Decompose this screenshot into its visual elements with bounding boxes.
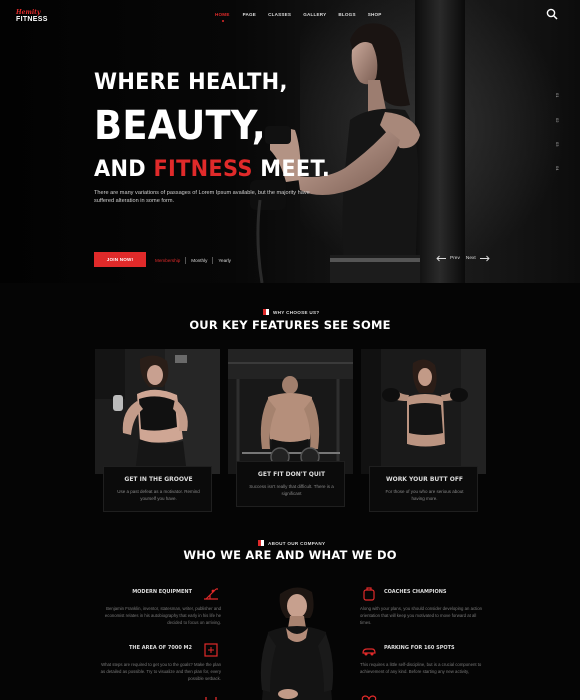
about-feature-text: Benjamin Franklin, inventor, statesman, … — [104, 606, 221, 625]
next-button[interactable]: Next — [466, 256, 476, 261]
nav-item-shop[interactable]: SHOP — [368, 12, 382, 17]
nav-item-gallery[interactable]: GALLERY — [303, 12, 326, 17]
slide-number-4[interactable]: 04 — [555, 166, 560, 170]
about-feature-left-2: THE AREA OF 7000 M2 What steps are requi… — [96, 641, 226, 691]
feature-card-title: GET IN THE GROOVE — [124, 476, 193, 483]
parking-icon — [362, 648, 376, 656]
about-feature-left-1: MODERN EQUIPMENT Benjamin Franklin, inve… — [96, 585, 226, 635]
tab-monthly[interactable]: Monthly — [191, 258, 207, 263]
feature-card[interactable]: WORK YOUR BUTT OFF For those of you who … — [361, 349, 486, 515]
prev-button[interactable]: Prev — [450, 256, 460, 261]
nav-item-blogs[interactable]: BLOGS — [338, 12, 355, 17]
feature-card-title: GET FIT DON'T QUIT — [257, 471, 326, 478]
arrow-left-icon[interactable] — [436, 255, 447, 262]
join-now-button[interactable]: JOIN NOW! — [94, 252, 146, 267]
feature-card[interactable]: GET FIT DON'T QUIT Success isn't really … — [228, 349, 353, 515]
feature-card-title: WORK YOUR BUTT OFF — [385, 476, 464, 483]
brand-logo[interactable]: Hemity FITNESS — [16, 9, 56, 25]
tab-membership[interactable]: Membership — [155, 258, 180, 263]
hero-title-line-1: WHERE HEALTH, — [94, 70, 288, 95]
about-feature-text: Along with your plans, you should consid… — [360, 606, 483, 625]
hero-woman-boxing-image — [250, 0, 465, 283]
main-menu: HOME PAGE CLASSES GALLERY BLOGS SHOP — [215, 12, 382, 22]
features-title: OUR KEY FEATURES SEE SOME — [189, 318, 391, 332]
slide-number-2[interactable]: 02 — [555, 118, 560, 122]
feature-card-text: Use a past defeat as a motivator. Remind… — [117, 489, 200, 501]
top-navbar: Hemity FITNESS HOME PAGE CLASSES GALLERY… — [0, 0, 580, 30]
features-tag: WHY CHOOSE US? — [263, 309, 319, 315]
about-woman-image — [260, 587, 334, 700]
woman-dumbbell-image — [95, 349, 220, 474]
hero-title-line-2: BEAUTY, — [94, 103, 266, 149]
about-feature-text: What steps are required to get you to th… — [100, 662, 221, 681]
slide-number-1[interactable]: 01 — [555, 93, 560, 97]
page: Hemity FITNESS HOME PAGE CLASSES GALLERY… — [0, 0, 580, 700]
nav-item-classes[interactable]: CLASSES — [268, 12, 291, 17]
nav-item-page[interactable]: PAGE — [243, 12, 256, 17]
arrow-right-icon[interactable] — [479, 255, 490, 262]
area-icon — [204, 643, 218, 657]
feature-card-text: For those of you who are serious about h… — [385, 489, 464, 501]
woman-boxing-gloves-image — [361, 349, 486, 474]
about-feature-title: THE AREA OF 7000 M2 — [128, 645, 192, 651]
flag-icon — [258, 540, 264, 546]
about-title: WHO WE ARE AND WHAT WE DO — [183, 548, 397, 562]
flag-icon — [263, 309, 269, 315]
hero-title-line-3: AND FITNESS MEET. — [94, 157, 331, 182]
heart-icon — [361, 695, 377, 700]
treadmill-icon — [204, 588, 218, 600]
feature-card[interactable]: GET IN THE GROOVE Use a past defeat as a… — [95, 349, 220, 515]
about-tag: ABOUT OUR COMPANY — [258, 540, 325, 546]
nav-item-home[interactable]: HOME — [215, 12, 230, 22]
about-feature-right-1: COACHES CHAMPIONS Along with your plans,… — [360, 585, 490, 635]
dumbbell-icon — [205, 697, 217, 700]
man-barbell-image — [228, 349, 353, 474]
slider-controls: Prev Next — [436, 255, 490, 262]
slide-number-3[interactable]: 03 — [555, 142, 560, 146]
about-feature-text: This requires a little self-discipline, … — [360, 662, 482, 674]
about-feature-title: COACHES CHAMPIONS — [384, 589, 447, 595]
hero-title-accent: FITNESS — [153, 157, 253, 182]
membership-tabs: Membership Monthly Yearly — [155, 257, 231, 264]
active-indicator — [222, 20, 224, 22]
search-icon[interactable] — [546, 8, 558, 20]
tab-yearly[interactable]: Yearly — [218, 258, 231, 263]
about-feature-right-2: PARKING FOR 160 SPOTS This requires a li… — [360, 641, 490, 691]
hero-section: Hemity FITNESS HOME PAGE CLASSES GALLERY… — [0, 0, 580, 283]
about-feature-title: MODERN EQUIPMENT — [132, 589, 192, 595]
coach-icon — [363, 587, 375, 601]
feature-card-text: Success isn't really that difficult. The… — [249, 484, 334, 496]
about-feature-title: PARKING FOR 160 SPOTS — [384, 645, 455, 651]
hero-description: There are many variations of passages of… — [94, 190, 310, 204]
